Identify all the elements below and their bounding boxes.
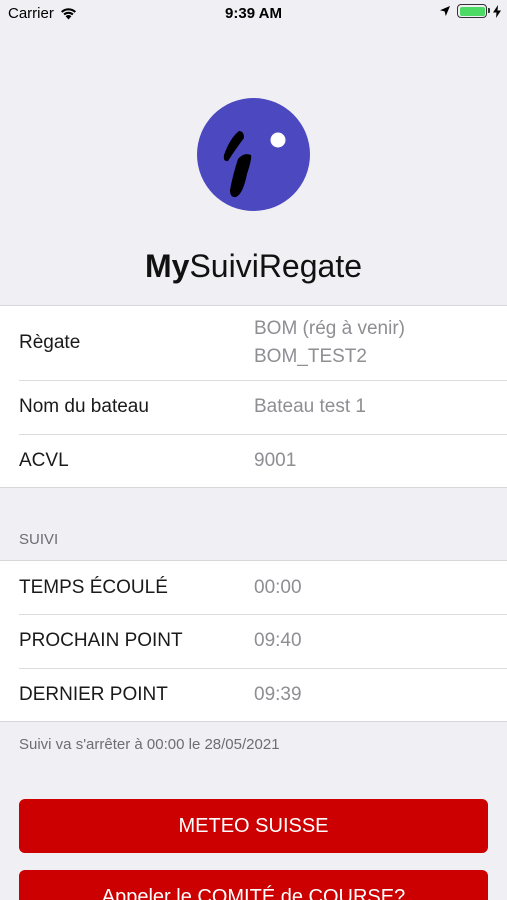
- regate-label: Règate: [19, 332, 81, 353]
- suivi-section-header: SUIVI: [0, 488, 507, 560]
- suivi-section-title: SUIVI: [19, 531, 59, 548]
- acvl-value: 9001: [254, 449, 297, 471]
- meteo-suisse-button[interactable]: METEO SUISSE: [19, 799, 488, 853]
- elapsed-time-row: TEMPS ÉCOULÉ 00:00: [0, 561, 507, 614]
- regate-row[interactable]: Règate BOM (rég à venir) BOM_TEST2: [0, 306, 507, 380]
- app-logo: [197, 98, 310, 211]
- app-title-rest: SuiviRegate: [189, 248, 362, 284]
- battery-icon: [457, 4, 490, 18]
- boat-name-value: Bateau test 1: [254, 396, 366, 417]
- status-bar: Carrier 9:39 AM: [0, 0, 507, 28]
- clock: 9:39 AM: [225, 5, 282, 22]
- status-right-group: [439, 4, 501, 18]
- next-point-value: 09:40: [254, 630, 302, 651]
- next-point-row: PROCHAIN POINT 09:40: [0, 614, 507, 668]
- last-point-value: 09:39: [254, 683, 302, 705]
- suivi-group: TEMPS ÉCOULÉ 00:00 PROCHAIN POINT 09:40 …: [0, 560, 507, 722]
- acvl-label: ACVL: [19, 449, 69, 471]
- charging-bolt-icon: [493, 4, 501, 18]
- acvl-row[interactable]: ACVL 9001: [0, 434, 507, 487]
- regate-value-line1: BOM (rég à venir): [254, 318, 405, 339]
- boat-name-label: Nom du bateau: [19, 396, 149, 417]
- call-race-committee-button[interactable]: Appeler le COMITÉ de COURSE?: [19, 870, 488, 900]
- regate-value-line2: BOM_TEST2: [254, 346, 367, 367]
- elapsed-time-label: TEMPS ÉCOULÉ: [19, 576, 168, 598]
- regate-value: BOM (rég à venir) BOM_TEST2: [254, 315, 405, 371]
- app-title: MySuiviRegate: [0, 248, 507, 285]
- next-point-label: PROCHAIN POINT: [19, 630, 183, 651]
- location-arrow-icon: [440, 6, 450, 16]
- elapsed-time-value: 00:00: [254, 576, 302, 598]
- info-group: Règate BOM (rég à venir) BOM_TEST2 Nom d…: [0, 305, 507, 488]
- app-header: MySuiviRegate: [0, 28, 507, 305]
- sailboat-logo-icon: [223, 131, 286, 198]
- app-title-bold: My: [145, 248, 190, 284]
- boat-name-row[interactable]: Nom du bateau Bateau test 1: [0, 380, 507, 434]
- last-point-label: DERNIER POINT: [19, 683, 168, 705]
- last-point-row: DERNIER POINT 09:39: [0, 668, 507, 721]
- tracking-stop-note: Suivi va s'arrêter à 00:00 le 28/05/2021: [19, 736, 280, 753]
